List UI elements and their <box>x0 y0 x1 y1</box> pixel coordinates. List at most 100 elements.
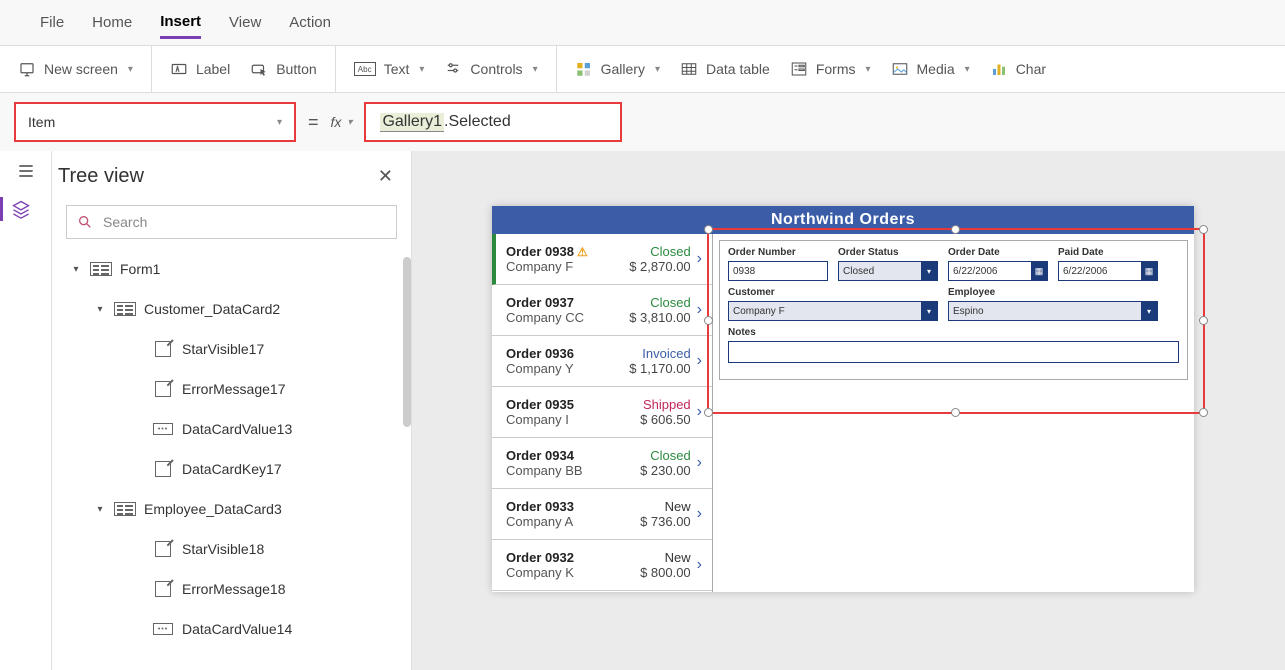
gallery-icon <box>575 60 593 78</box>
label-notes: Notes <box>728 327 1179 338</box>
gallery-item[interactable]: Order 0934Company BBClosed$ 230.00 › <box>492 438 712 489</box>
controls-label: Controls <box>470 61 522 77</box>
tree-node-label: DataCardKey17 <box>182 461 282 477</box>
menu-bar: File Home Insert View Action <box>0 0 1285 45</box>
gallery-order: Order 0935 <box>506 397 640 412</box>
gallery-button[interactable]: Gallery ▾ <box>575 60 660 78</box>
forms-button[interactable]: Forms ▾ <box>790 60 871 78</box>
menu-view[interactable]: View <box>229 8 261 37</box>
label-icon <box>170 60 188 78</box>
menu-insert[interactable]: Insert <box>160 7 201 39</box>
resize-handle[interactable] <box>1199 316 1208 325</box>
tree-search-input[interactable]: Search <box>66 205 397 239</box>
chevron-down-icon: ▾ <box>655 64 660 75</box>
main-area: Tree view ✕ Search ▾Form1▾Customer_DataC… <box>0 151 1285 670</box>
controls-button[interactable]: Controls ▾ <box>444 60 537 78</box>
input-order-number[interactable]: 0938 <box>728 261 828 281</box>
tree-node[interactable]: StarVisible18 <box>52 529 411 569</box>
calendar-icon: ▦ <box>1141 262 1157 280</box>
combo-order-status[interactable]: Closed▾ <box>838 261 938 281</box>
tree-node[interactable]: ▾Customer_DataCard2 <box>52 289 411 329</box>
caret-icon: ▾ <box>94 304 106 315</box>
media-label: Media <box>917 61 955 77</box>
edit-icon <box>152 461 174 477</box>
gallery-item[interactable]: Order 0936Company YInvoiced$ 1,170.00› <box>492 336 712 387</box>
value-order-date: 6/22/2006 <box>953 266 998 277</box>
gallery-item-right: Closed$ 2,870.00 <box>629 244 690 274</box>
label-button[interactable]: Label <box>170 60 230 78</box>
chevron-down-icon: ▾ <box>419 64 424 75</box>
gallery-item[interactable]: Order 0933Company ANew$ 736.00› <box>492 489 712 540</box>
tree-node-label: Employee_DataCard3 <box>144 501 282 517</box>
input-paid-date[interactable]: 6/22/2006▦ <box>1058 261 1158 281</box>
gallery-price: $ 2,870.00 <box>629 259 690 274</box>
resize-handle[interactable] <box>1199 408 1208 417</box>
gallery-company: Company F <box>506 259 629 274</box>
gallery-company: Company A <box>506 514 640 529</box>
tree-node[interactable]: ErrorMessage17 <box>52 369 411 409</box>
calendar-icon: ▦ <box>1031 262 1047 280</box>
new-screen-label: New screen <box>44 61 118 77</box>
tree-node[interactable]: DataCardKey17 <box>52 449 411 489</box>
close-icon[interactable]: ✕ <box>378 166 393 187</box>
menu-file[interactable]: File <box>40 8 64 37</box>
tree-node[interactable]: •••DataCardValue14 <box>52 609 411 649</box>
equals-sign: = <box>308 112 319 133</box>
edit-icon <box>152 381 174 397</box>
data-table-label: Data table <box>706 61 770 77</box>
tree-node[interactable]: ▾Employee_DataCard3 <box>52 489 411 529</box>
scrollbar[interactable] <box>403 257 411 427</box>
input-notes[interactable] <box>728 341 1179 363</box>
tree-node[interactable]: StarVisible17 <box>52 329 411 369</box>
combo-customer[interactable]: Company F▾ <box>728 301 938 321</box>
warning-icon: ⚠ <box>577 245 588 259</box>
chevron-down-icon: ▾ <box>921 302 937 320</box>
media-button[interactable]: Media ▾ <box>891 60 970 78</box>
button-button[interactable]: Button <box>250 60 316 78</box>
gallery-status: Invoiced <box>629 346 690 361</box>
tree-node[interactable]: •••DataCardValue13 <box>52 409 411 449</box>
chevron-right-icon: › <box>697 454 702 472</box>
gallery-item[interactable]: Order 0938⚠Company FClosed$ 2,870.00› <box>492 234 712 285</box>
hamburger-icon[interactable] <box>14 159 38 183</box>
text-label: Text <box>384 61 410 77</box>
value-order-number: 0938 <box>733 266 755 277</box>
canvas-area[interactable]: Northwind Orders Order 0938⚠Company FClo… <box>412 151 1285 670</box>
resize-handle[interactable] <box>1199 225 1208 234</box>
formula-bar: Item ▾ = fx▾ Gallery1.Selected <box>0 93 1285 151</box>
gallery-status: New <box>640 499 691 514</box>
gallery-order: Order 0936 <box>506 346 629 361</box>
formula-input[interactable]: Gallery1.Selected <box>364 102 622 142</box>
resize-handle[interactable] <box>951 408 960 417</box>
tree-node-label: Form1 <box>120 261 160 277</box>
gallery-column[interactable]: Order 0938⚠Company FClosed$ 2,870.00›Ord… <box>492 234 713 592</box>
property-selector[interactable]: Item ▾ <box>14 102 296 142</box>
gallery-item[interactable]: Order 0932Company KNew$ 800.00› <box>492 540 712 591</box>
text-button[interactable]: Abc Text ▾ <box>354 61 425 77</box>
gallery-status: Closed <box>640 448 691 463</box>
combo-employee[interactable]: Espino▾ <box>948 301 1158 321</box>
new-screen-button[interactable]: New screen ▾ <box>18 60 133 78</box>
gallery-item-left: Order 0934Company BB <box>506 448 640 478</box>
chevron-down-icon: ▾ <box>347 117 352 128</box>
fx-label[interactable]: fx▾ <box>331 114 353 130</box>
chevron-down-icon: ▾ <box>921 262 937 280</box>
menu-action[interactable]: Action <box>289 8 331 37</box>
gallery-item[interactable]: Order 0937Company CCClosed$ 3,810.00› <box>492 285 712 336</box>
data-table-button[interactable]: Data table <box>680 60 770 78</box>
tree-node[interactable]: ErrorMessage18 <box>52 569 411 609</box>
chevron-down-icon: ▾ <box>965 64 970 75</box>
gallery-price: $ 230.00 <box>640 463 691 478</box>
chevron-down-icon: ▾ <box>277 117 282 128</box>
chevron-right-icon: › <box>697 556 702 574</box>
left-rail <box>0 151 52 670</box>
form-fields[interactable]: Order Number 0938 Order Status Closed▾ O… <box>719 240 1188 380</box>
tree-node[interactable]: ▾Form1 <box>52 249 411 289</box>
gallery-status: New <box>640 550 691 565</box>
gallery-company: Company K <box>506 565 640 580</box>
chart-button[interactable]: Char <box>990 60 1046 78</box>
layers-icon[interactable] <box>0 197 51 221</box>
gallery-item[interactable]: Order 0935Company IShipped$ 606.50› <box>492 387 712 438</box>
menu-home[interactable]: Home <box>92 8 132 37</box>
input-order-date[interactable]: 6/22/2006 ▦ <box>948 261 1048 281</box>
